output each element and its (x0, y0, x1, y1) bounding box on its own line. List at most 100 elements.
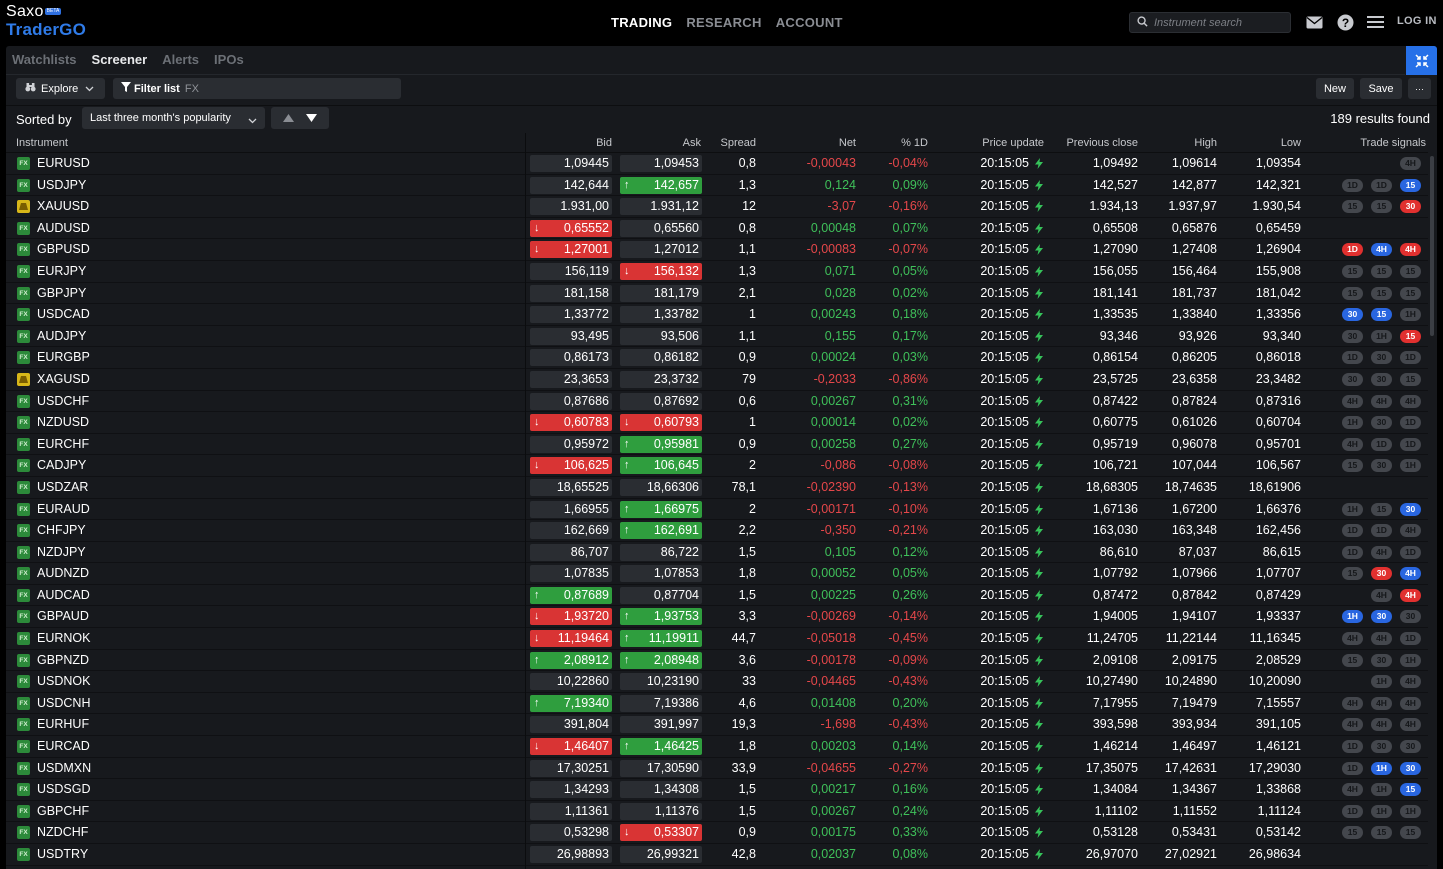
trade-signal-badge[interactable]: 1H (1371, 761, 1392, 775)
trade-signal-badge[interactable]: 30 (1371, 653, 1392, 667)
filter-list[interactable]: Filter list FX (113, 78, 401, 99)
instrument-symbol[interactable]: EURUSD (37, 156, 90, 170)
trade-signal-badge[interactable]: 15 (1371, 826, 1392, 840)
ask-price[interactable]: 0,87692 (620, 392, 702, 410)
sort-asc-icon[interactable] (283, 109, 294, 127)
instrument-symbol[interactable]: EURAUD (37, 502, 90, 516)
table-row[interactable]: FX GBPNZD ↑ 2,08912 ↑ 2,08948 3,6 -0,00178 -0,09… (6, 650, 1428, 672)
bid-price[interactable]: 23,3653 (530, 370, 612, 388)
table-row[interactable]: FX EURJPY 156,119 ↓ 156,132 1,3 0,071 0,05% 20:1… (6, 261, 1428, 283)
table-row[interactable]: FX EURCHF 0,95972 ↑ 0,95981 0,9 0,00258 0,27% 20… (6, 434, 1428, 456)
table-row[interactable]: FX GBPJPY 181,158 181,179 2,1 0,028 0,02% 20:15… (6, 283, 1428, 305)
trade-signal-badge[interactable]: 1H (1400, 308, 1421, 322)
nav-account[interactable]: ACCOUNT (776, 15, 843, 30)
trade-signal-badge[interactable]: 30 (1371, 351, 1392, 365)
trade-signal-badge[interactable]: 4H (1371, 394, 1392, 408)
bid-price[interactable]: 391,804 (530, 716, 612, 734)
bid-price[interactable]: 142,644 (530, 176, 612, 194)
instrument-symbol[interactable]: USDCHF (37, 394, 89, 408)
trade-signal-badge[interactable]: 1H (1342, 502, 1363, 516)
trade-signal-badge[interactable]: 30 (1342, 308, 1363, 322)
ask-price[interactable]: 17,30590 (620, 759, 702, 777)
sort-select[interactable]: Last three month's popularity (82, 107, 265, 129)
bid-price[interactable]: ↓ 11,19464 (530, 630, 612, 648)
instrument-symbol[interactable]: AUDCAD (37, 588, 90, 602)
trade-signal-badge[interactable]: 30 (1371, 567, 1392, 581)
tab-screener[interactable]: Screener (92, 52, 148, 67)
trade-signal-badge[interactable]: 4H (1371, 632, 1392, 646)
trade-signal-badge[interactable]: 15 (1371, 286, 1392, 300)
trade-signal-badge[interactable]: 4H (1400, 157, 1421, 170)
trade-signal-badge[interactable]: 1H (1400, 653, 1421, 667)
instrument-symbol[interactable]: AUDUSD (37, 221, 90, 235)
table-row[interactable]: FX CHFJPY 162,669 ↑ 162,691 2,2 -0,350 -0,21% 20… (6, 520, 1428, 542)
trade-signal-badge[interactable]: 1H (1371, 329, 1392, 343)
trade-signal-badge[interactable]: 1D (1400, 632, 1421, 646)
trade-signal-badge[interactable]: 15 (1400, 264, 1421, 278)
trade-signal-badge[interactable]: 4H (1400, 394, 1421, 408)
trade-signal-badge[interactable]: 1D (1400, 416, 1421, 430)
table-row[interactable]: FX EURHUF 391,804 391,997 19,3 -1,698 -0,43% 20… (6, 714, 1428, 737)
nav-research[interactable]: RESEARCH (686, 15, 761, 30)
trade-signal-badge[interactable]: 4H (1342, 718, 1363, 732)
col-ask[interactable]: Ask (683, 137, 701, 149)
trade-signal-badge[interactable]: 4H (1342, 696, 1363, 710)
ask-price[interactable]: 181,179 (620, 284, 702, 302)
table-row[interactable]: FX USDCAD 1,33772 1,33782 1 0,00243 0,18% 20:15… (6, 304, 1428, 326)
instrument-symbol[interactable]: USDCAD (37, 307, 90, 321)
bid-price[interactable]: ↓ 0,60783 (530, 414, 612, 432)
trade-signal-badge[interactable]: 15 (1400, 286, 1421, 300)
bid-price[interactable]: 1,66955 (530, 500, 612, 518)
table-row[interactable]: FX USDSGD 1,34293 1,34308 1,5 0,00217 0,16% 20:… (6, 779, 1428, 801)
bid-price[interactable]: ↓ 1,46407 (530, 738, 612, 756)
search-input[interactable] (1154, 16, 1284, 29)
ask-price[interactable]: ↑ 106,645 (620, 457, 702, 475)
trade-signal-badge[interactable]: 4H (1342, 437, 1363, 451)
ask-price[interactable]: 7,19386 (620, 694, 702, 712)
trade-signal-badge[interactable]: 4H (1342, 394, 1363, 408)
table-row[interactable]: FX EURUSD 1,09445 1,09453 0,8 -0,00043 -0,04% 2… (6, 153, 1428, 175)
bid-price[interactable]: 0,87686 (530, 392, 612, 410)
table-row[interactable]: FX NZDUSD ↓ 0,60783 ↓ 0,60793 1 0,00014 0,02% 20:… (6, 412, 1428, 434)
trade-signal-badge[interactable]: 30 (1400, 200, 1421, 214)
trade-signal-badge[interactable]: 15 (1342, 567, 1363, 581)
trade-signal-badge[interactable]: 1H (1371, 783, 1392, 797)
menu-icon[interactable] (1365, 12, 1385, 32)
table-row[interactable]: FX AUDUSD ↓ 0,65552 0,65560 0,8 0,00048 0,07% 20… (6, 218, 1428, 240)
instrument-symbol[interactable]: EURJPY (37, 264, 86, 278)
ask-price[interactable]: 1.931,12 (620, 198, 702, 216)
trade-signal-badge[interactable]: 4H (1400, 696, 1421, 710)
ask-price[interactable]: ↑ 162,691 (620, 522, 702, 540)
scrollbar[interactable] (1430, 156, 1434, 336)
instrument-symbol[interactable]: USDNOK (37, 674, 90, 688)
bid-price[interactable]: ↓ 1,27001 (530, 241, 612, 259)
trade-signal-badge[interactable]: 30 (1342, 372, 1363, 386)
bid-price[interactable]: 17,30251 (530, 759, 612, 777)
bid-price[interactable]: 156,119 (530, 262, 612, 280)
bid-price[interactable]: 93,495 (530, 327, 612, 345)
trade-signal-badge[interactable]: 1D (1371, 178, 1392, 192)
trade-signal-badge[interactable]: 1H (1342, 610, 1363, 624)
col-trade-signals[interactable]: Trade signals (1360, 137, 1426, 149)
ask-price[interactable]: 0,86182 (620, 349, 702, 367)
trade-signal-badge[interactable]: 30 (1342, 329, 1363, 343)
bid-price[interactable]: 0,86173 (530, 349, 612, 367)
bid-price[interactable]: ↑ 7,19340 (530, 694, 612, 712)
instrument-symbol[interactable]: USDTRY (37, 847, 88, 861)
col-pct[interactable]: % 1D (901, 137, 928, 149)
table-row[interactable]: FX USDCHF 0,87686 0,87692 0,6 0,00267 0,31% 20:… (6, 391, 1428, 413)
trade-signal-badge[interactable]: 15 (1342, 264, 1363, 278)
trade-signal-badge[interactable]: 4H (1400, 718, 1421, 732)
trade-signal-badge[interactable]: 30 (1371, 459, 1392, 473)
ask-price[interactable]: ↑ 1,93753 (620, 608, 702, 626)
trade-signal-badge[interactable]: 15 (1400, 783, 1421, 797)
ask-price[interactable]: ↓ 156,132 (620, 262, 702, 280)
trade-signal-badge[interactable]: 30 (1371, 416, 1392, 430)
ask-price[interactable]: 1,07853 (620, 565, 702, 583)
col-net[interactable]: Net (839, 137, 856, 149)
trade-signal-badge[interactable]: 30 (1371, 610, 1392, 624)
trade-signal-badge[interactable]: 1D (1342, 243, 1363, 257)
instrument-symbol[interactable]: GBPJPY (37, 286, 86, 300)
instrument-symbol[interactable]: CADJPY (37, 458, 86, 472)
col-previous-close[interactable]: Previous close (1066, 137, 1138, 149)
